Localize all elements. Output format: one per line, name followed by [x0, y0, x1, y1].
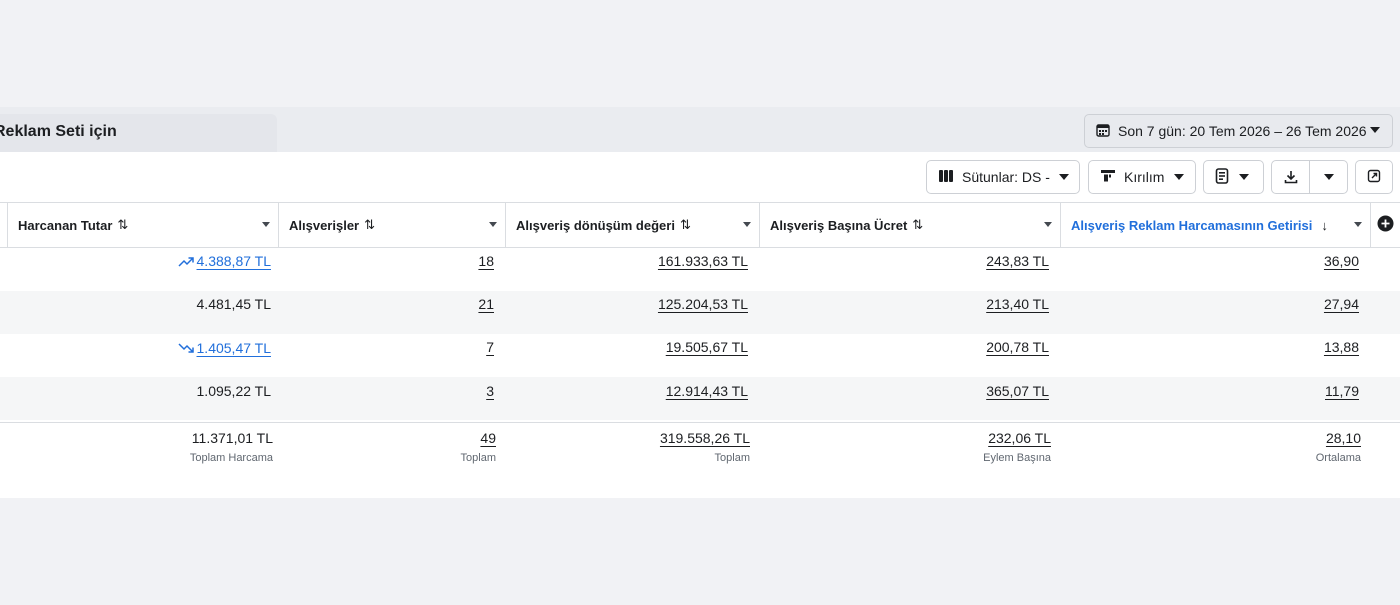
purchases-cell[interactable]: 3 [486, 383, 494, 399]
expand-icon [1367, 169, 1381, 186]
cost-per-purchase-cell[interactable]: 365,07 TL [986, 383, 1049, 399]
spend-cell: 1.095,22 TL [196, 383, 271, 399]
column-label: Alışveriş dönüşüm değeri [516, 217, 675, 233]
table-row: 4.388,87 TL 18 161.933,63 TL 243,83 TL 3… [0, 248, 1400, 291]
plus-circle-icon [1377, 215, 1394, 235]
total-spend-label: Toplam Harcama [189, 452, 273, 464]
report-icon [1215, 167, 1229, 187]
roas-cell[interactable]: 27,94 [1324, 296, 1359, 312]
columns-label: Sütunlar: DS - [962, 169, 1050, 185]
total-cost-per-purchase: 232,06 TL Eylem Başına [983, 430, 1051, 464]
table-header: Harcanan Tutar ⇅ Alışverişler ⇅ Alışveri… [0, 202, 1400, 248]
sort-icon[interactable]: ↓ [1321, 218, 1328, 233]
total-roas-label: Ortalama [1315, 452, 1361, 464]
spend-cell[interactable]: 4.388,87 TL [177, 253, 271, 270]
chevron-down-icon [1239, 174, 1249, 180]
chevron-down-icon[interactable] [743, 222, 751, 227]
spend-cell[interactable]: 1.405,47 TL [177, 340, 271, 357]
sort-icon[interactable]: ⇅ [680, 217, 691, 233]
download-icon[interactable] [1272, 161, 1310, 193]
total-roas-value[interactable]: 28,10 [1316, 430, 1361, 446]
expand-button[interactable] [1355, 160, 1393, 194]
conversion-value-cell[interactable]: 12.914,43 TL [666, 383, 748, 399]
table-row: 4.481,45 TL 21 125.204,53 TL 213,40 TL 2… [0, 291, 1400, 334]
total-purchases: 49 Toplam [461, 430, 496, 464]
conversion-value-cell[interactable]: 161.933,63 TL [658, 253, 748, 269]
column-label: Alışverişler [289, 217, 360, 233]
column-header-roas[interactable]: Alışveriş Reklam Harcamasının Getirisi ↓ [1060, 203, 1370, 247]
breakdown-button[interactable]: Kırılım [1088, 160, 1196, 194]
roas-cell[interactable]: 11,79 [1325, 383, 1359, 399]
totals-row: 11.371,01 TL Toplam Harcama 49 Toplam 31… [0, 422, 1400, 498]
purchases-cell[interactable]: 7 [486, 339, 494, 355]
date-range-label: Son 7 gün: 20 Tem 2026 – 26 Tem 2026 [1118, 123, 1367, 139]
export-button[interactable] [1271, 160, 1348, 194]
total-spend-value: 11.371,01 TL [191, 430, 273, 446]
cost-per-purchase-cell[interactable]: 243,83 TL [986, 253, 1049, 269]
column-label: Alışveriş Başına Ücret [770, 217, 908, 233]
add-column-button[interactable] [1370, 203, 1400, 247]
column-label: Alışveriş Reklam Harcamasının Getirisi [1071, 217, 1313, 233]
reports-button[interactable] [1203, 160, 1264, 194]
total-conversion-value: 319.558,26 TL Toplam [660, 430, 750, 464]
total-cost-per-purchase-value[interactable]: 232,06 TL [983, 430, 1051, 446]
table-row: 1.405,47 TL 7 19.505,67 TL 200,78 TL 13,… [0, 334, 1400, 377]
table-row: 1.095,22 TL 3 12.914,43 TL 365,07 TL 11,… [0, 377, 1400, 420]
roas-cell[interactable]: 36,90 [1324, 253, 1359, 269]
total-cost-per-purchase-label: Eylem Başına [983, 452, 1051, 464]
total-purchases-label: Toplam [460, 452, 496, 464]
column-header-purchases[interactable]: Alışverişler ⇅ [278, 203, 505, 247]
chevron-down-icon[interactable] [489, 222, 497, 227]
cost-per-purchase-cell[interactable]: 200,78 TL [986, 339, 1049, 355]
chevron-down-icon [1370, 127, 1380, 133]
purchases-cell[interactable]: 21 [478, 296, 494, 312]
chevron-down-icon [1058, 174, 1069, 180]
tab-title[interactable]: Reklam Seti için [0, 123, 117, 141]
breakdown-icon [1100, 169, 1116, 186]
column-header-conversion-value[interactable]: Alışveriş dönüşüm değeri ⇅ [505, 203, 759, 247]
column-header-cost-per-purchase[interactable]: Alışveriş Başına Ücret ⇅ [759, 203, 1060, 247]
cost-per-purchase-cell[interactable]: 213,40 TL [986, 296, 1049, 312]
spend-value: 1.405,47 TL [196, 340, 271, 356]
trend-up-icon [177, 254, 194, 270]
calendar-icon [1096, 123, 1110, 140]
columns-icon [938, 169, 954, 186]
conversion-value-cell[interactable]: 125.204,53 TL [658, 296, 748, 312]
chevron-down-icon [1323, 174, 1334, 180]
total-conversion-value-label: Toplam [714, 452, 750, 464]
sort-icon[interactable]: ⇅ [912, 217, 923, 233]
chevron-down-icon[interactable] [1354, 222, 1362, 227]
chevron-down-icon[interactable] [1044, 222, 1052, 227]
total-purchases-value[interactable]: 49 [461, 430, 496, 446]
spend-cell: 4.481,45 TL [196, 296, 271, 312]
purchases-cell[interactable]: 18 [478, 253, 494, 269]
breakdown-label: Kırılım [1124, 169, 1165, 185]
spend-value: 4.388,87 TL [196, 253, 271, 269]
columns-button[interactable]: Sütunlar: DS - [926, 160, 1080, 194]
total-conversion-value-value[interactable]: 319.558,26 TL [660, 430, 750, 446]
trend-down-icon [177, 341, 194, 357]
column-label: Harcanan Tutar [18, 217, 113, 233]
chevron-down-icon[interactable] [262, 222, 270, 227]
total-spend: 11.371,01 TL Toplam Harcama [190, 430, 273, 464]
sort-icon[interactable]: ⇅ [364, 217, 375, 233]
roas-cell[interactable]: 13,88 [1324, 339, 1359, 355]
chevron-down-icon [1174, 174, 1185, 180]
sort-icon[interactable]: ⇅ [117, 217, 128, 233]
column-header-spend[interactable]: Harcanan Tutar ⇅ [7, 203, 278, 247]
date-range-picker[interactable]: Son 7 gün: 20 Tem 2026 – 26 Tem 2026 [1084, 114, 1393, 148]
conversion-value-cell[interactable]: 19.505,67 TL [666, 339, 748, 355]
total-roas: 28,10 Ortalama [1316, 430, 1361, 464]
export-dropdown[interactable] [1310, 174, 1347, 180]
